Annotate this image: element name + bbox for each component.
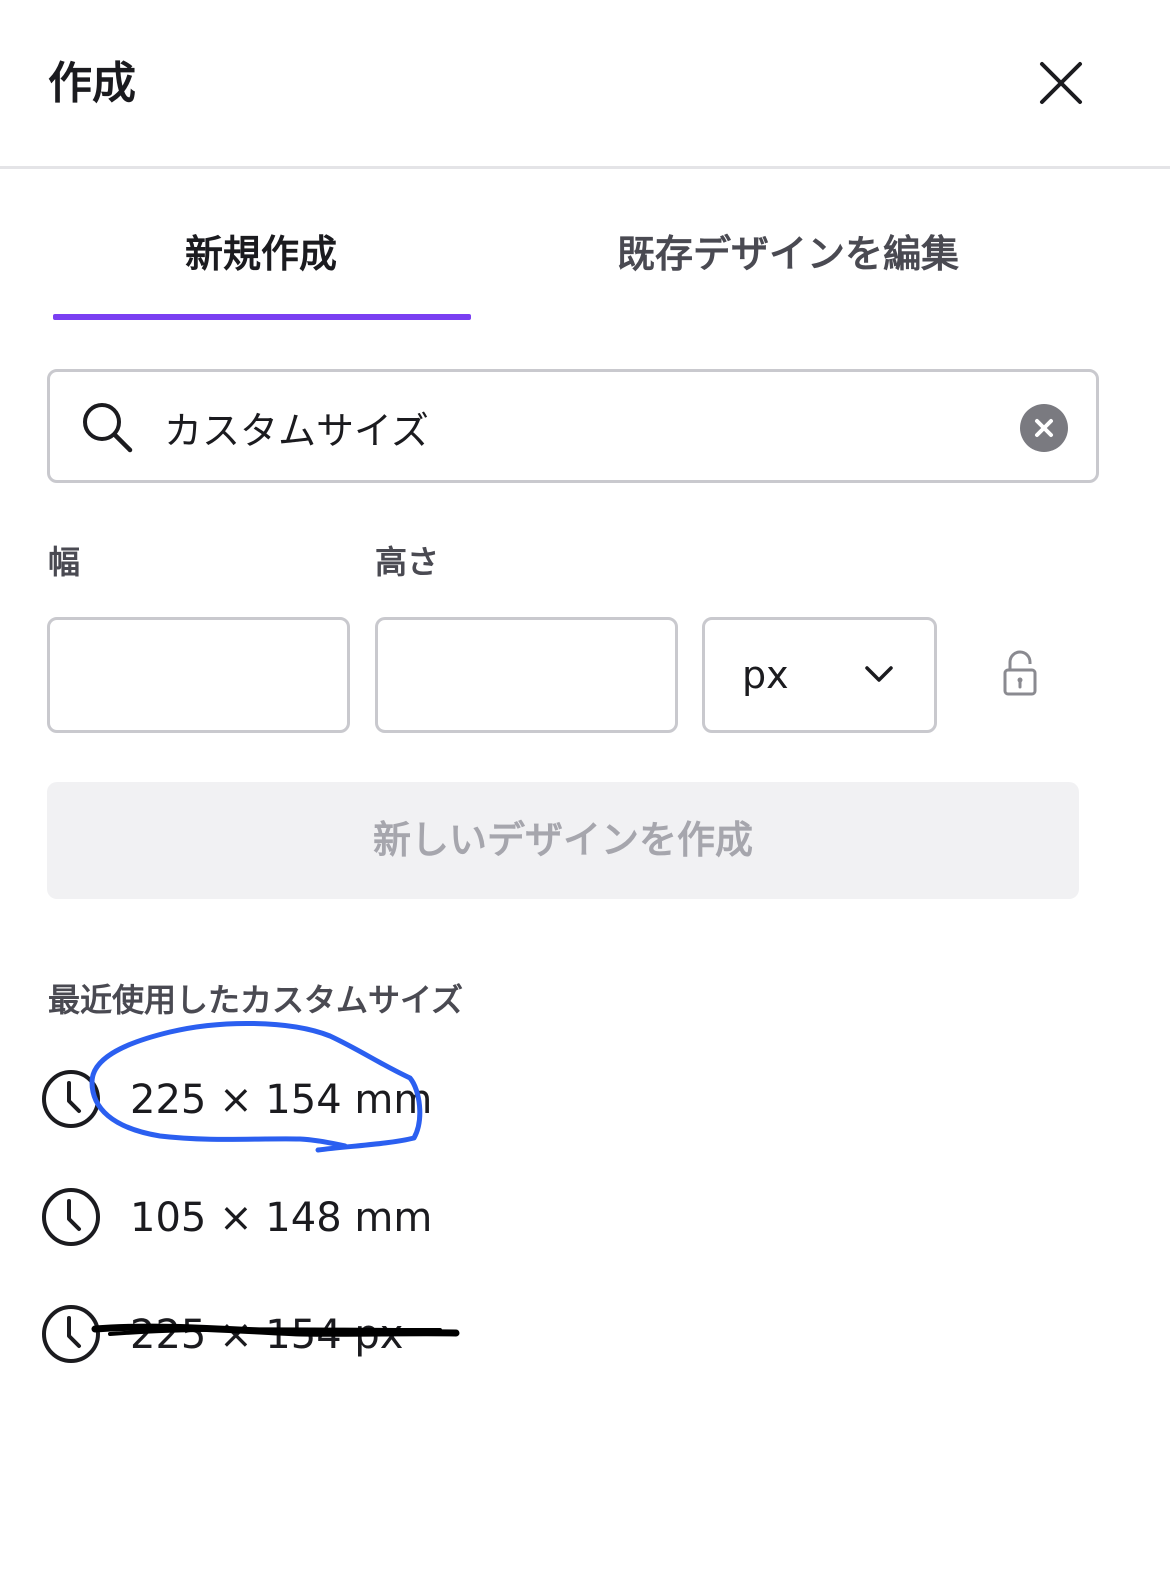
active-tab-indicator xyxy=(53,314,471,320)
close-icon xyxy=(1040,62,1082,104)
width-field-box xyxy=(47,617,350,733)
recent-size-label: 105 × 148 mm xyxy=(130,1195,433,1241)
recent-size-label: 225 × 154 mm xyxy=(130,1077,433,1123)
recent-size-label: 225 × 154 px xyxy=(130,1312,404,1358)
search-input[interactable] xyxy=(164,392,994,462)
recent-size-item[interactable]: 105 × 148 mm xyxy=(40,1186,740,1250)
clear-icon xyxy=(1035,419,1053,437)
dialog-title: 作成 xyxy=(48,58,136,109)
width-label: 幅 xyxy=(48,543,81,581)
clock-icon xyxy=(42,1305,100,1363)
create-design-button[interactable]: 新しいデザインを作成 xyxy=(47,782,1079,899)
close-button[interactable] xyxy=(1030,52,1092,114)
chevron-down-icon xyxy=(865,666,893,682)
lock-icon xyxy=(1003,650,1037,696)
dialog-header: 作成 xyxy=(0,0,1170,169)
clock-icon xyxy=(42,1188,100,1246)
aspect-lock-button[interactable] xyxy=(1000,650,1040,698)
clear-search-button[interactable] xyxy=(1020,404,1068,452)
height-field-box xyxy=(375,617,678,733)
search-box xyxy=(47,369,1099,483)
width-input[interactable] xyxy=(50,620,347,730)
height-input[interactable] xyxy=(378,620,675,730)
search-icon xyxy=(83,403,133,453)
tab-edit-existing[interactable]: 既存デザインを編集 xyxy=(617,228,959,280)
recent-size-item[interactable]: 225 × 154 mm xyxy=(40,1068,740,1132)
height-label: 高さ xyxy=(375,543,440,581)
clock-icon xyxy=(42,1070,100,1128)
recent-sizes-heading: 最近使用したカスタムサイズ xyxy=(48,981,464,1019)
unit-select[interactable]: px xyxy=(702,617,937,733)
tab-new-design[interactable]: 新規作成 xyxy=(185,228,337,280)
recent-size-item[interactable]: 225 × 154 px xyxy=(40,1303,740,1367)
unit-value: px xyxy=(742,653,789,697)
